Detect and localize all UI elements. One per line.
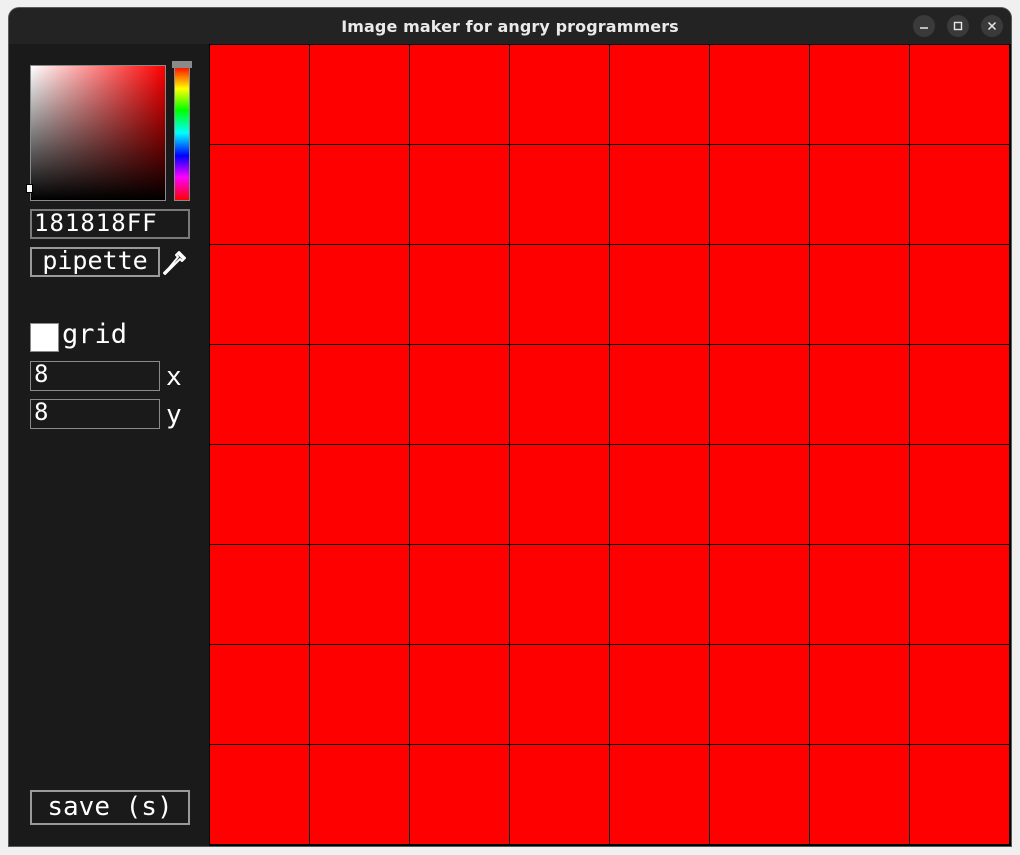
grid-y-input[interactable]: 8 xyxy=(30,399,160,429)
save-button[interactable]: save (s) xyxy=(30,790,190,825)
pixel-cell[interactable] xyxy=(310,145,409,244)
pixel-cell[interactable] xyxy=(810,345,909,444)
pixel-cell[interactable] xyxy=(710,745,809,844)
pixel-cell[interactable] xyxy=(310,645,409,744)
pixel-cell[interactable] xyxy=(910,45,1009,144)
hue-slider-handle[interactable] xyxy=(172,61,192,68)
pixel-cell[interactable] xyxy=(910,345,1009,444)
x-label: x xyxy=(166,362,182,392)
pixel-cell[interactable] xyxy=(610,745,709,844)
pixel-cell[interactable] xyxy=(410,345,509,444)
pixel-cell[interactable] xyxy=(910,245,1009,344)
pixel-cell[interactable] xyxy=(610,545,709,644)
maximize-button[interactable] xyxy=(947,15,969,37)
minimize-icon xyxy=(920,27,928,29)
pixel-cell[interactable] xyxy=(710,245,809,344)
pixel-cell[interactable] xyxy=(810,545,909,644)
app-window: Image maker for angry programmers 181818… xyxy=(9,8,1011,846)
pixel-cell[interactable] xyxy=(810,145,909,244)
pixel-cell[interactable] xyxy=(910,545,1009,644)
pixel-cell[interactable] xyxy=(310,445,409,544)
pixel-cell[interactable] xyxy=(410,145,509,244)
pixel-cell[interactable] xyxy=(610,245,709,344)
pixel-cell[interactable] xyxy=(610,145,709,244)
close-icon xyxy=(987,21,997,31)
pixel-cell[interactable] xyxy=(510,45,609,144)
window-title: Image maker for angry programmers xyxy=(341,17,679,36)
pixel-cell[interactable] xyxy=(210,545,309,644)
pixel-cell[interactable] xyxy=(210,245,309,344)
minimize-button[interactable] xyxy=(913,15,935,37)
pixel-cell[interactable] xyxy=(610,345,709,444)
pixel-cell[interactable] xyxy=(810,745,909,844)
pixel-cell[interactable] xyxy=(810,445,909,544)
pixel-cell[interactable] xyxy=(810,245,909,344)
pixel-cell[interactable] xyxy=(210,445,309,544)
pixel-cell[interactable] xyxy=(610,45,709,144)
pixel-cell[interactable] xyxy=(310,245,409,344)
pixel-cell[interactable] xyxy=(210,345,309,444)
maximize-icon xyxy=(953,21,963,31)
pixel-cell[interactable] xyxy=(310,45,409,144)
eyedropper-icon[interactable] xyxy=(162,249,188,277)
pixel-grid[interactable] xyxy=(209,44,1011,846)
color-picker-cursor[interactable] xyxy=(26,184,33,193)
saturation-value-picker[interactable] xyxy=(30,65,166,201)
pixel-cell[interactable] xyxy=(410,445,509,544)
pixel-cell[interactable] xyxy=(610,445,709,544)
pixel-cell[interactable] xyxy=(510,345,609,444)
pixel-cell[interactable] xyxy=(410,645,509,744)
pixel-cell[interactable] xyxy=(510,645,609,744)
drawing-canvas[interactable] xyxy=(209,44,1011,846)
pixel-cell[interactable] xyxy=(410,45,509,144)
pixel-cell[interactable] xyxy=(710,445,809,544)
pixel-cell[interactable] xyxy=(710,45,809,144)
title-bar[interactable]: Image maker for angry programmers xyxy=(9,8,1011,44)
pixel-cell[interactable] xyxy=(510,445,609,544)
pipette-button[interactable]: pipette xyxy=(30,247,160,277)
pixel-cell[interactable] xyxy=(210,745,309,844)
pixel-cell[interactable] xyxy=(910,445,1009,544)
pixel-cell[interactable] xyxy=(710,645,809,744)
pixel-cell[interactable] xyxy=(910,745,1009,844)
pixel-cell[interactable] xyxy=(410,745,509,844)
pixel-cell[interactable] xyxy=(410,245,509,344)
pixel-cell[interactable] xyxy=(710,145,809,244)
pixel-cell[interactable] xyxy=(510,545,609,644)
sidebar: 181818FF pipette grid 8 x 8 y save (s) xyxy=(9,44,209,846)
grid-checkbox[interactable] xyxy=(30,323,59,352)
grid-label: grid xyxy=(62,319,128,350)
pixel-cell[interactable] xyxy=(710,345,809,444)
pixel-cell[interactable] xyxy=(510,145,609,244)
pixel-cell[interactable] xyxy=(510,245,609,344)
pixel-cell[interactable] xyxy=(210,45,309,144)
pixel-cell[interactable] xyxy=(210,645,309,744)
pixel-cell[interactable] xyxy=(710,545,809,644)
grid-x-input[interactable]: 8 xyxy=(30,361,160,391)
pixel-cell[interactable] xyxy=(310,345,409,444)
pixel-cell[interactable] xyxy=(410,545,509,644)
pixel-cell[interactable] xyxy=(310,545,409,644)
pixel-cell[interactable] xyxy=(810,45,909,144)
hue-slider[interactable] xyxy=(174,65,190,201)
pixel-cell[interactable] xyxy=(910,645,1009,744)
pixel-cell[interactable] xyxy=(910,145,1009,244)
pixel-cell[interactable] xyxy=(810,645,909,744)
pixel-cell[interactable] xyxy=(510,745,609,844)
pixel-cell[interactable] xyxy=(610,645,709,744)
pixel-cell[interactable] xyxy=(310,745,409,844)
close-button[interactable] xyxy=(981,15,1003,37)
y-label: y xyxy=(166,400,182,430)
hex-color-input[interactable]: 181818FF xyxy=(30,209,190,239)
pixel-cell[interactable] xyxy=(210,145,309,244)
